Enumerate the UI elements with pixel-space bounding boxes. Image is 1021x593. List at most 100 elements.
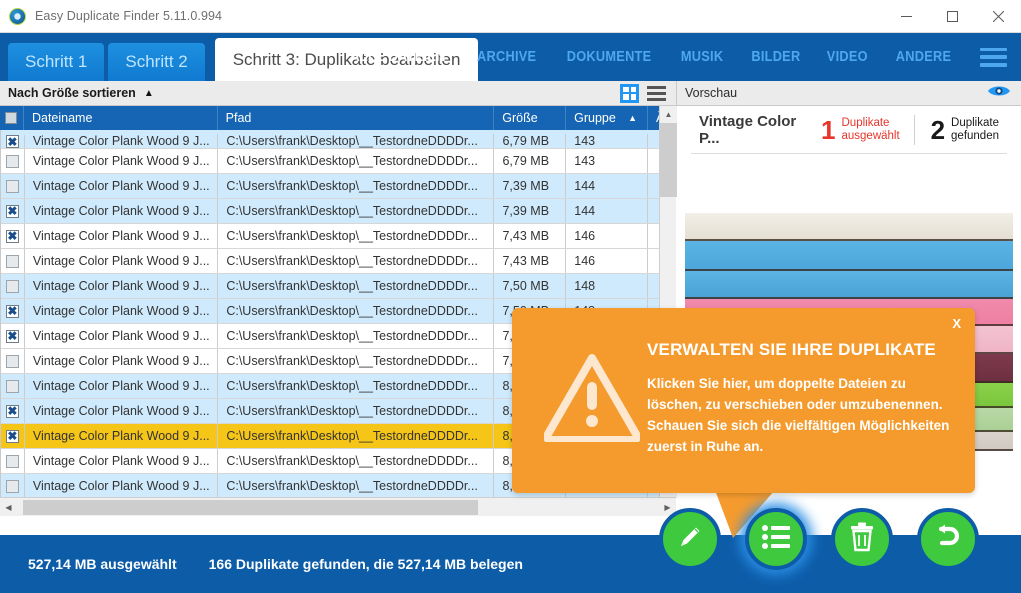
preview-bar-label: Vorschau [685, 86, 737, 100]
row-filename: Vintage Color Plank Wood 9 J... [25, 174, 218, 198]
row-group: 146 [566, 249, 648, 273]
manage-duplicates-button[interactable] [745, 508, 807, 570]
delete-button[interactable] [831, 508, 893, 570]
table-row[interactable]: Vintage Color Plank Wood 9 J...C:\Users\… [1, 174, 675, 199]
row-filename: Vintage Color Plank Wood 9 J... [25, 134, 218, 148]
row-checkbox-cell[interactable] [1, 349, 25, 373]
callout-close-button[interactable]: X [952, 316, 961, 331]
hamburger-menu-icon[interactable] [980, 48, 1007, 67]
row-checkbox-cell[interactable] [1, 249, 25, 273]
row-checkbox-cell[interactable] [1, 274, 25, 298]
preview-stat-divider [914, 115, 915, 145]
table-row[interactable]: Vintage Color Plank Wood 9 J...C:\Users\… [1, 274, 675, 299]
sort-direction-arrow-icon[interactable]: ▲ [144, 88, 154, 99]
scroll-up-button[interactable]: ▲ [660, 106, 677, 123]
row-path: C:\Users\frank\Desktop\__TestordneDDDDr.… [218, 424, 494, 448]
nav-link-dokumente[interactable]: DOKUMENTE [567, 49, 652, 65]
row-size: 7,39 MB [494, 199, 566, 223]
list-icon [761, 524, 791, 555]
tab-schritt-2-label: Schritt 2 [125, 52, 187, 72]
row-checkbox-unchecked[interactable] [6, 380, 19, 393]
nav-link-archive[interactable]: ARCHIVE [477, 49, 536, 65]
row-checkbox-cell[interactable] [1, 374, 25, 398]
nav-link-musik[interactable]: MUSIK [681, 49, 723, 65]
column-header-gruppe[interactable]: Gruppe ▲ [566, 106, 648, 130]
row-filename: Vintage Color Plank Wood 9 J... [25, 424, 218, 448]
title-bar: Easy Duplicate Finder 5.11.0.994 [0, 0, 1021, 33]
row-size: 7,43 MB [494, 224, 566, 248]
select-all-header[interactable] [0, 106, 24, 130]
row-checkbox-cell[interactable]: ✖ [1, 399, 25, 423]
callout-tooltip: X VERWALTEN SIE IHRE DUPLIKATE Klicken S… [512, 308, 975, 493]
column-header-groesse[interactable]: Größe [494, 106, 566, 130]
grid-view-icon[interactable] [620, 84, 639, 103]
trash-icon [849, 522, 875, 557]
row-checkbox-unchecked[interactable] [6, 155, 19, 168]
row-checkbox-checked[interactable]: ✖ [6, 330, 19, 343]
row-checkbox-checked[interactable]: ✖ [6, 135, 19, 148]
tab-schritt-1[interactable]: Schritt 1 [8, 43, 104, 81]
scroll-left-button[interactable]: ◀ [0, 499, 17, 516]
row-filename: Vintage Color Plank Wood 9 J... [25, 249, 218, 273]
maximize-button[interactable] [929, 0, 975, 33]
row-checkbox-cell[interactable]: ✖ [1, 199, 25, 223]
row-checkbox-cell[interactable]: ✖ [1, 324, 25, 348]
table-row[interactable]: ✖Vintage Color Plank Wood 9 J...C:\Users… [1, 199, 675, 224]
column-header-dateiname[interactable]: Dateiname [24, 106, 218, 130]
row-group: 143 [566, 134, 648, 148]
row-size: 7,39 MB [494, 174, 566, 198]
sort-label[interactable]: Nach Größe sortieren [8, 86, 136, 100]
action-buttons [655, 508, 1021, 593]
row-filename: Vintage Color Plank Wood 9 J... [25, 474, 218, 498]
nav-link-video[interactable]: VIDEO [827, 49, 868, 65]
table-row[interactable]: Vintage Color Plank Wood 9 J...C:\Users\… [1, 149, 675, 174]
horizontal-scroll-thumb[interactable] [23, 500, 478, 515]
row-path: C:\Users\frank\Desktop\__TestordneDDDDr.… [218, 374, 494, 398]
table-horizontal-scrollbar[interactable]: ◀ ▶ [0, 497, 676, 516]
column-header-pfad[interactable]: Pfad [218, 106, 495, 130]
row-checkbox-cell[interactable]: ✖ [1, 135, 25, 148]
row-checkbox-unchecked[interactable] [6, 480, 19, 493]
app-logo-icon [9, 8, 26, 25]
nav-link-alle-dateien[interactable]: ALLE DATEIEN [350, 49, 445, 65]
row-checkbox-cell[interactable]: ✖ [1, 299, 25, 323]
row-checkbox-checked[interactable]: ✖ [6, 305, 19, 318]
row-checkbox-checked[interactable]: ✖ [6, 405, 19, 418]
row-path: C:\Users\frank\Desktop\__TestordneDDDDr.… [218, 349, 494, 373]
row-group: 144 [566, 199, 648, 223]
close-button[interactable] [975, 0, 1021, 33]
table-row[interactable]: Vintage Color Plank Wood 9 J...C:\Users\… [1, 249, 675, 274]
column-header-gruppe-label: Gruppe [574, 111, 616, 125]
row-checkbox-unchecked[interactable] [6, 280, 19, 293]
table-row[interactable]: ✖Vintage Color Plank Wood 9 J...C:\Users… [1, 130, 675, 149]
horizontal-scroll-track[interactable] [17, 499, 659, 516]
rename-button[interactable] [659, 508, 721, 570]
row-checkbox-unchecked[interactable] [6, 180, 19, 193]
row-checkbox-unchecked[interactable] [6, 455, 19, 468]
select-all-checkbox[interactable] [5, 112, 17, 124]
undo-button[interactable] [917, 508, 979, 570]
table-row[interactable]: ✖Vintage Color Plank Wood 9 J...C:\Users… [1, 224, 675, 249]
row-checkbox-cell[interactable] [1, 449, 25, 473]
row-checkbox-cell[interactable]: ✖ [1, 224, 25, 248]
row-checkbox-cell[interactable] [1, 474, 25, 498]
vertical-scroll-thumb[interactable] [660, 123, 677, 197]
row-checkbox-checked[interactable]: ✖ [6, 230, 19, 243]
tab-schritt-2[interactable]: Schritt 2 [108, 43, 204, 81]
row-checkbox-cell[interactable] [1, 149, 25, 173]
row-filename: Vintage Color Plank Wood 9 J... [25, 349, 218, 373]
nav-link-andere[interactable]: ANDERE [896, 49, 951, 65]
eye-visibility-icon[interactable] [987, 84, 1011, 103]
nav-link-bilder[interactable]: BILDER [751, 49, 800, 65]
row-checkbox-cell[interactable] [1, 174, 25, 198]
row-checkbox-cell[interactable]: ✖ [1, 424, 25, 448]
row-path: C:\Users\frank\Desktop\__TestordneDDDDr.… [218, 149, 494, 173]
row-checkbox-checked[interactable]: ✖ [6, 205, 19, 218]
row-checkbox-unchecked[interactable] [6, 355, 19, 368]
row-checkbox-checked[interactable]: ✖ [6, 430, 19, 443]
row-checkbox-unchecked[interactable] [6, 255, 19, 268]
list-view-icon[interactable] [647, 86, 666, 101]
minimize-button[interactable] [883, 0, 929, 33]
row-group: 143 [566, 149, 648, 173]
row-path: C:\Users\frank\Desktop\__TestordneDDDDr.… [218, 449, 494, 473]
